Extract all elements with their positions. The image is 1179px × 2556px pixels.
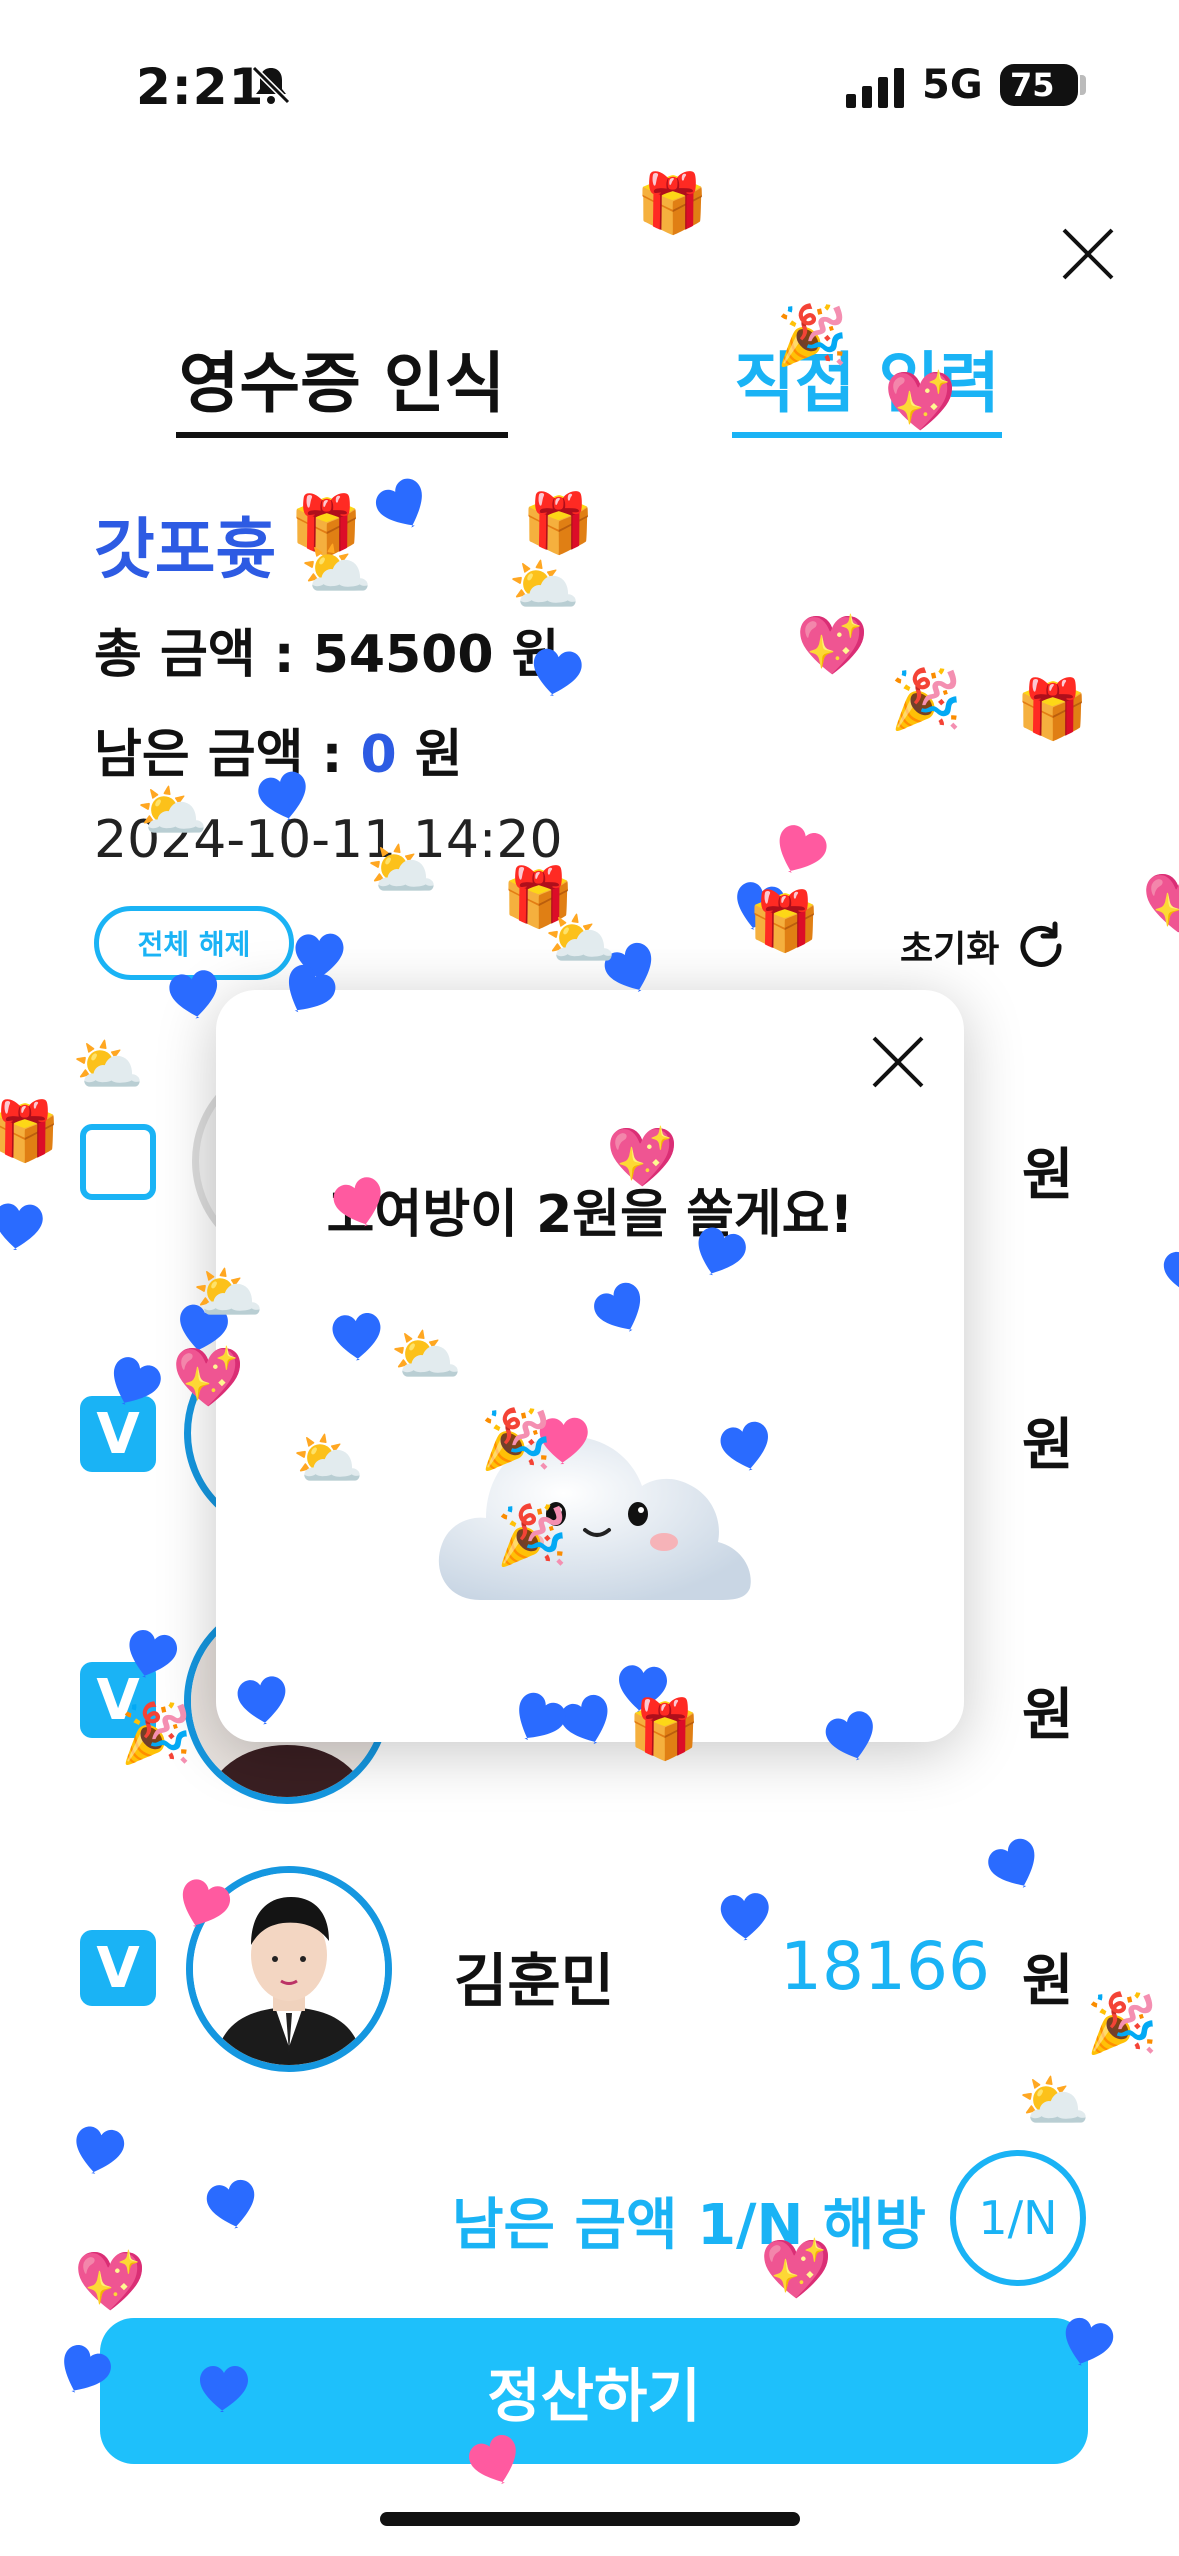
party-popper-icon: 🎉	[1086, 1989, 1159, 2057]
total-value: 54500	[312, 625, 494, 685]
gift-icon: 🎁	[748, 887, 821, 955]
row-won-unit: 원	[1022, 1683, 1074, 1748]
cloud-sun-icon: ⛅	[366, 835, 439, 903]
party-popper-icon: 🎉	[776, 301, 849, 369]
heart-icon	[524, 643, 588, 714]
signal-icon	[846, 68, 904, 108]
gift-icon: 🎁	[0, 1097, 61, 1165]
heart-icon	[0, 1199, 48, 1267]
row-won-unit: 원	[1022, 1413, 1074, 1478]
gift-icon: 🎁	[1016, 675, 1089, 743]
row-won-unit: 원	[1022, 1949, 1074, 2014]
gift-icon: 🎁	[636, 169, 709, 237]
row-amount[interactable]: 18166	[780, 1928, 990, 2005]
remaining-unit: 원	[396, 725, 463, 785]
heart-icon	[231, 1670, 297, 1744]
cloud-sun-icon: ⛅	[508, 551, 581, 619]
network-type: 5G	[922, 62, 983, 108]
battery-tip	[1080, 75, 1086, 95]
row-won-unit: 원	[1022, 1143, 1074, 1208]
close-icon[interactable]	[1060, 226, 1116, 282]
party-popper-icon: 🎉	[120, 1699, 193, 1767]
sparkling-heart-icon: 💖	[172, 1343, 245, 1411]
heart-icon	[327, 1307, 389, 1377]
tab-underline-receipt	[176, 432, 508, 438]
sparkling-heart-icon: 💖	[1142, 869, 1179, 937]
sparkling-heart-icon: 💖	[760, 2235, 833, 2303]
row-name: 김훈민	[454, 1947, 615, 2015]
party-popper-icon: 🎉	[890, 665, 963, 733]
remaining-value: 0	[360, 725, 397, 785]
cloud-sun-icon: ⛅	[544, 905, 617, 973]
sparkling-heart-icon: 💖	[606, 1123, 679, 1191]
home-indicator	[380, 2512, 800, 2526]
gift-icon: 🎁	[628, 1695, 701, 1763]
cloud-sun-icon: ⛅	[390, 1321, 463, 1389]
remaining-label: 남은 금액 :	[94, 725, 361, 785]
heart-icon	[115, 1623, 184, 1699]
heart-icon	[1157, 1242, 1179, 1315]
tab-manual-input[interactable]: 직접 입력	[732, 330, 1002, 426]
sparkling-heart-icon: 💖	[796, 611, 869, 679]
split-even-button[interactable]: 1/N	[950, 2150, 1086, 2286]
tab-receipt-recognition[interactable]: 영수증 인식	[176, 330, 508, 426]
cloud-sun-icon: ⛅	[300, 535, 373, 603]
total-label: 총 금액 :	[94, 625, 313, 685]
reset-label: 초기화	[900, 929, 1000, 970]
heart-icon	[199, 2172, 269, 2249]
heart-icon	[65, 2120, 130, 2193]
cloud-mascot-icon	[438, 1436, 751, 1600]
cloud-sun-icon: ⛅	[292, 1425, 365, 1493]
cloud-sun-icon: ⛅	[72, 1031, 145, 1099]
heart-icon	[715, 1888, 776, 1958]
heart-icon	[366, 468, 447, 552]
store-name: 갓포흇	[94, 511, 277, 588]
sparkling-heart-icon: 💖	[884, 367, 957, 435]
status-time: 2:21	[136, 58, 265, 116]
cloud-sun-icon: ⛅	[192, 1259, 265, 1327]
heart-icon	[978, 1829, 1058, 1913]
battery-indicator: 75	[1000, 64, 1078, 106]
row-checkbox[interactable]	[80, 1124, 156, 1200]
heart-icon	[196, 2362, 252, 2427]
party-popper-icon: 🎉	[480, 1405, 553, 1473]
bell-slash-icon	[251, 65, 291, 105]
reset-button[interactable]: 초기화	[900, 918, 1069, 974]
sparkling-heart-icon: 💖	[74, 2247, 147, 2315]
tab-underline-manual	[732, 432, 1002, 438]
total-amount: 총 금액 : 54500 원	[94, 612, 560, 687]
refresh-icon	[1020, 921, 1062, 967]
cloud-sun-icon: ⛅	[1018, 2067, 1091, 2135]
heart-icon	[162, 963, 229, 1037]
remaining-split-link[interactable]: 남은 금액 1/N 해방	[452, 2180, 926, 2261]
cloud-sun-icon: ⛅	[136, 777, 209, 845]
modal-message: 고여방이 2원을 쏠게요!	[326, 1185, 854, 1245]
party-popper-icon: 🎉	[496, 1501, 569, 1569]
close-icon[interactable]	[870, 1034, 926, 1090]
battery-level: 75	[1010, 66, 1055, 104]
row-checkbox[interactable]: V	[80, 1930, 156, 2006]
gift-icon: 🎁	[522, 489, 595, 557]
